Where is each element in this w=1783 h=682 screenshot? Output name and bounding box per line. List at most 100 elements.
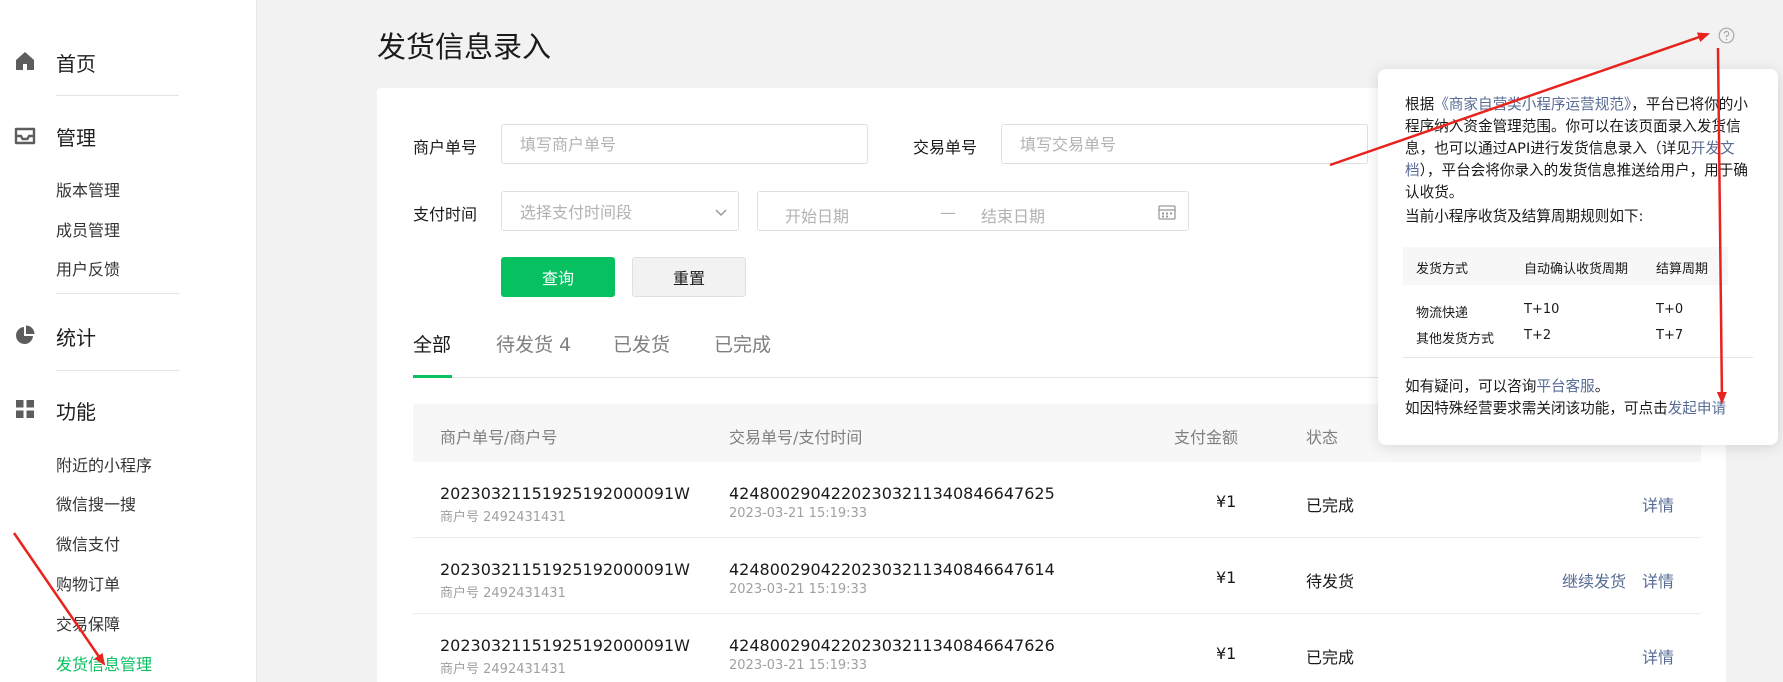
merchant-id: 商户号 2492431431 xyxy=(440,510,566,525)
chevron-down-icon xyxy=(714,204,728,223)
table-row: 20230321151925192000091W 商户号 2492431431 … xyxy=(413,462,1701,538)
reset-button[interactable]: 重置 xyxy=(632,257,746,297)
pay-amount: ¥1 xyxy=(1216,492,1237,511)
sidebar-item-nearby[interactable]: 附近的小程序 xyxy=(56,452,152,476)
sidebar: 首页 管理 版本管理 成员管理 用户反馈 统计 功能 附近的小程序 微信搜一搜 … xyxy=(0,0,257,682)
help-popover: 根据《商家自营类小程序运营规范》，平台已将你的小程序纳入资金管理范围。你可以在该… xyxy=(1378,69,1778,445)
merchant-order-no: 20230321151925192000091W xyxy=(440,484,690,503)
pay-time: 2023-03-21 15:19:33 xyxy=(729,658,868,673)
column-header: 自动确认收货周期 xyxy=(1524,262,1629,277)
popover-intro: 根据《商家自营类小程序运营规范》，平台已将你的小程序纳入资金管理范围。你可以在该… xyxy=(1405,94,1755,204)
trade-no: 42480029042202303211340846647614 xyxy=(729,560,1055,579)
pay-amount: ¥1 xyxy=(1216,568,1237,587)
date-separator: — xyxy=(940,203,956,222)
popover-text: 如因特殊经营要求需关闭该功能，可点击 xyxy=(1405,400,1668,417)
table-cell: 物流快递 xyxy=(1416,306,1469,321)
table-cell: T+10 xyxy=(1524,302,1560,317)
column-header: 状态 xyxy=(1306,428,1339,447)
popover-disable: 如因特殊经营要求需关闭该功能，可点击发起申请 xyxy=(1405,398,1755,420)
sidebar-item-home[interactable]: 首页 xyxy=(0,42,257,78)
popover-text: 根据 xyxy=(1405,96,1435,113)
sidebar-item-version[interactable]: 版本管理 xyxy=(56,177,120,201)
table-cell: 其他发货方式 xyxy=(1416,332,1495,347)
tab-completed[interactable]: 已完成 xyxy=(714,330,771,357)
page-title: 发货信息录入 xyxy=(377,30,552,64)
column-header: 发货方式 xyxy=(1416,262,1469,277)
table-cell: T+0 xyxy=(1656,302,1684,317)
divider xyxy=(56,370,179,371)
customer-service-link[interactable]: 平台客服 xyxy=(1536,378,1594,395)
operation-rules-link[interactable]: 《商家自营类小程序运营规范》 xyxy=(1434,96,1631,113)
pay-time-label: 支付时间 xyxy=(413,205,478,224)
popover-text: 。 xyxy=(1594,378,1610,395)
status-text: 已完成 xyxy=(1306,496,1355,515)
popover-rules-intro: 当前小程序收货及结算周期规则如下: xyxy=(1405,208,1644,225)
inbox-icon xyxy=(14,124,36,146)
table-row: 20230321151925192000091W 商户号 2492431431 … xyxy=(413,614,1701,682)
divider xyxy=(56,95,179,96)
continue-shipping-link[interactable]: 继续发货 xyxy=(1562,568,1626,592)
sidebar-item-shipping[interactable]: 发货信息管理 xyxy=(56,651,152,675)
merchant-order-no: 20230321151925192000091W xyxy=(440,636,690,655)
active-tab-indicator xyxy=(413,375,452,378)
query-button[interactable]: 查询 xyxy=(501,257,615,297)
help-icon[interactable] xyxy=(1718,27,1735,48)
tab-pending[interactable]: 待发货 4 xyxy=(496,330,571,357)
trade-no-input[interactable] xyxy=(1001,124,1368,164)
start-date-input[interactable]: 开始日期 xyxy=(785,203,849,227)
status-text: 已完成 xyxy=(1306,648,1355,667)
sidebar-item-stats[interactable]: 统计 xyxy=(0,316,257,352)
table-cell: T+7 xyxy=(1656,328,1684,343)
calendar-icon xyxy=(1158,204,1176,224)
trade-no: 42480029042202303211340846647626 xyxy=(729,636,1055,655)
sidebar-item-label: 功能 xyxy=(56,400,96,424)
tab-all[interactable]: 全部 xyxy=(413,330,451,357)
status-text: 待发货 xyxy=(1306,572,1355,591)
detail-link[interactable]: 详情 xyxy=(1642,644,1674,668)
merchant-order-no: 20230321151925192000091W xyxy=(440,560,690,579)
merchant-no-label: 商户单号 xyxy=(413,138,478,157)
pay-time: 2023-03-21 15:19:33 xyxy=(729,582,868,597)
popover-text: ），平台会将你录入的发货信息推送给用户，用于确认收货。 xyxy=(1405,162,1748,201)
sidebar-item-search[interactable]: 微信搜一搜 xyxy=(56,491,136,515)
table-cell: T+2 xyxy=(1524,328,1552,343)
pay-time-select[interactable]: 选择支付时间段 xyxy=(501,191,739,231)
tab-shipped[interactable]: 已发货 xyxy=(613,330,670,357)
sidebar-item-members[interactable]: 成员管理 xyxy=(56,217,120,241)
sidebar-item-pay[interactable]: 微信支付 xyxy=(56,531,120,555)
detail-link[interactable]: 详情 xyxy=(1642,492,1674,516)
sidebar-item-orders[interactable]: 购物订单 xyxy=(56,571,120,595)
sidebar-item-feedback[interactable]: 用户反馈 xyxy=(56,256,120,280)
pie-chart-icon xyxy=(14,324,36,346)
merchant-no-input[interactable] xyxy=(501,124,868,164)
popover-text: 如有疑问，可以咨询 xyxy=(1405,378,1537,395)
grid-icon xyxy=(14,398,36,420)
column-header: 支付金额 xyxy=(1174,428,1239,447)
trade-no-label: 交易单号 xyxy=(913,138,978,157)
sidebar-item-label: 首页 xyxy=(56,52,96,76)
sidebar-item-label: 统计 xyxy=(56,326,96,350)
settlement-table-header: 发货方式 自动确认收货周期 结算周期 xyxy=(1403,247,1728,285)
sidebar-item-guarantee[interactable]: 交易保障 xyxy=(56,611,120,635)
sidebar-item-label: 管理 xyxy=(56,126,96,150)
apply-link[interactable]: 发起申请 xyxy=(1668,400,1726,417)
column-header: 商户单号/商户号 xyxy=(440,428,558,447)
pay-amount: ¥1 xyxy=(1216,644,1237,663)
table-row: 20230321151925192000091W 商户号 2492431431 … xyxy=(413,538,1701,614)
detail-link[interactable]: 详情 xyxy=(1642,568,1674,592)
home-icon xyxy=(14,50,36,72)
column-header: 交易单号/支付时间 xyxy=(729,428,863,447)
popover-support: 如有疑问，可以咨询平台客服。 xyxy=(1405,376,1755,398)
trade-no: 4248002904220230321134084664762​5 xyxy=(729,484,1055,503)
divider xyxy=(56,293,179,294)
divider xyxy=(1403,357,1753,358)
date-range-picker[interactable]: 开始日期 — 结束日期 xyxy=(757,191,1189,231)
column-header: 结算周期 xyxy=(1656,262,1709,277)
sidebar-item-manage[interactable]: 管理 xyxy=(0,116,257,152)
merchant-id: 商户号 2492431431 xyxy=(440,586,566,601)
pay-time: 2023-03-21 15:19:33 xyxy=(729,506,868,521)
pay-time-select-value: 选择支付时间段 xyxy=(520,203,633,222)
end-date-input[interactable]: 结束日期 xyxy=(981,203,1045,227)
merchant-id: 商户号 2492431431 xyxy=(440,662,566,677)
sidebar-item-features[interactable]: 功能 xyxy=(0,390,257,426)
